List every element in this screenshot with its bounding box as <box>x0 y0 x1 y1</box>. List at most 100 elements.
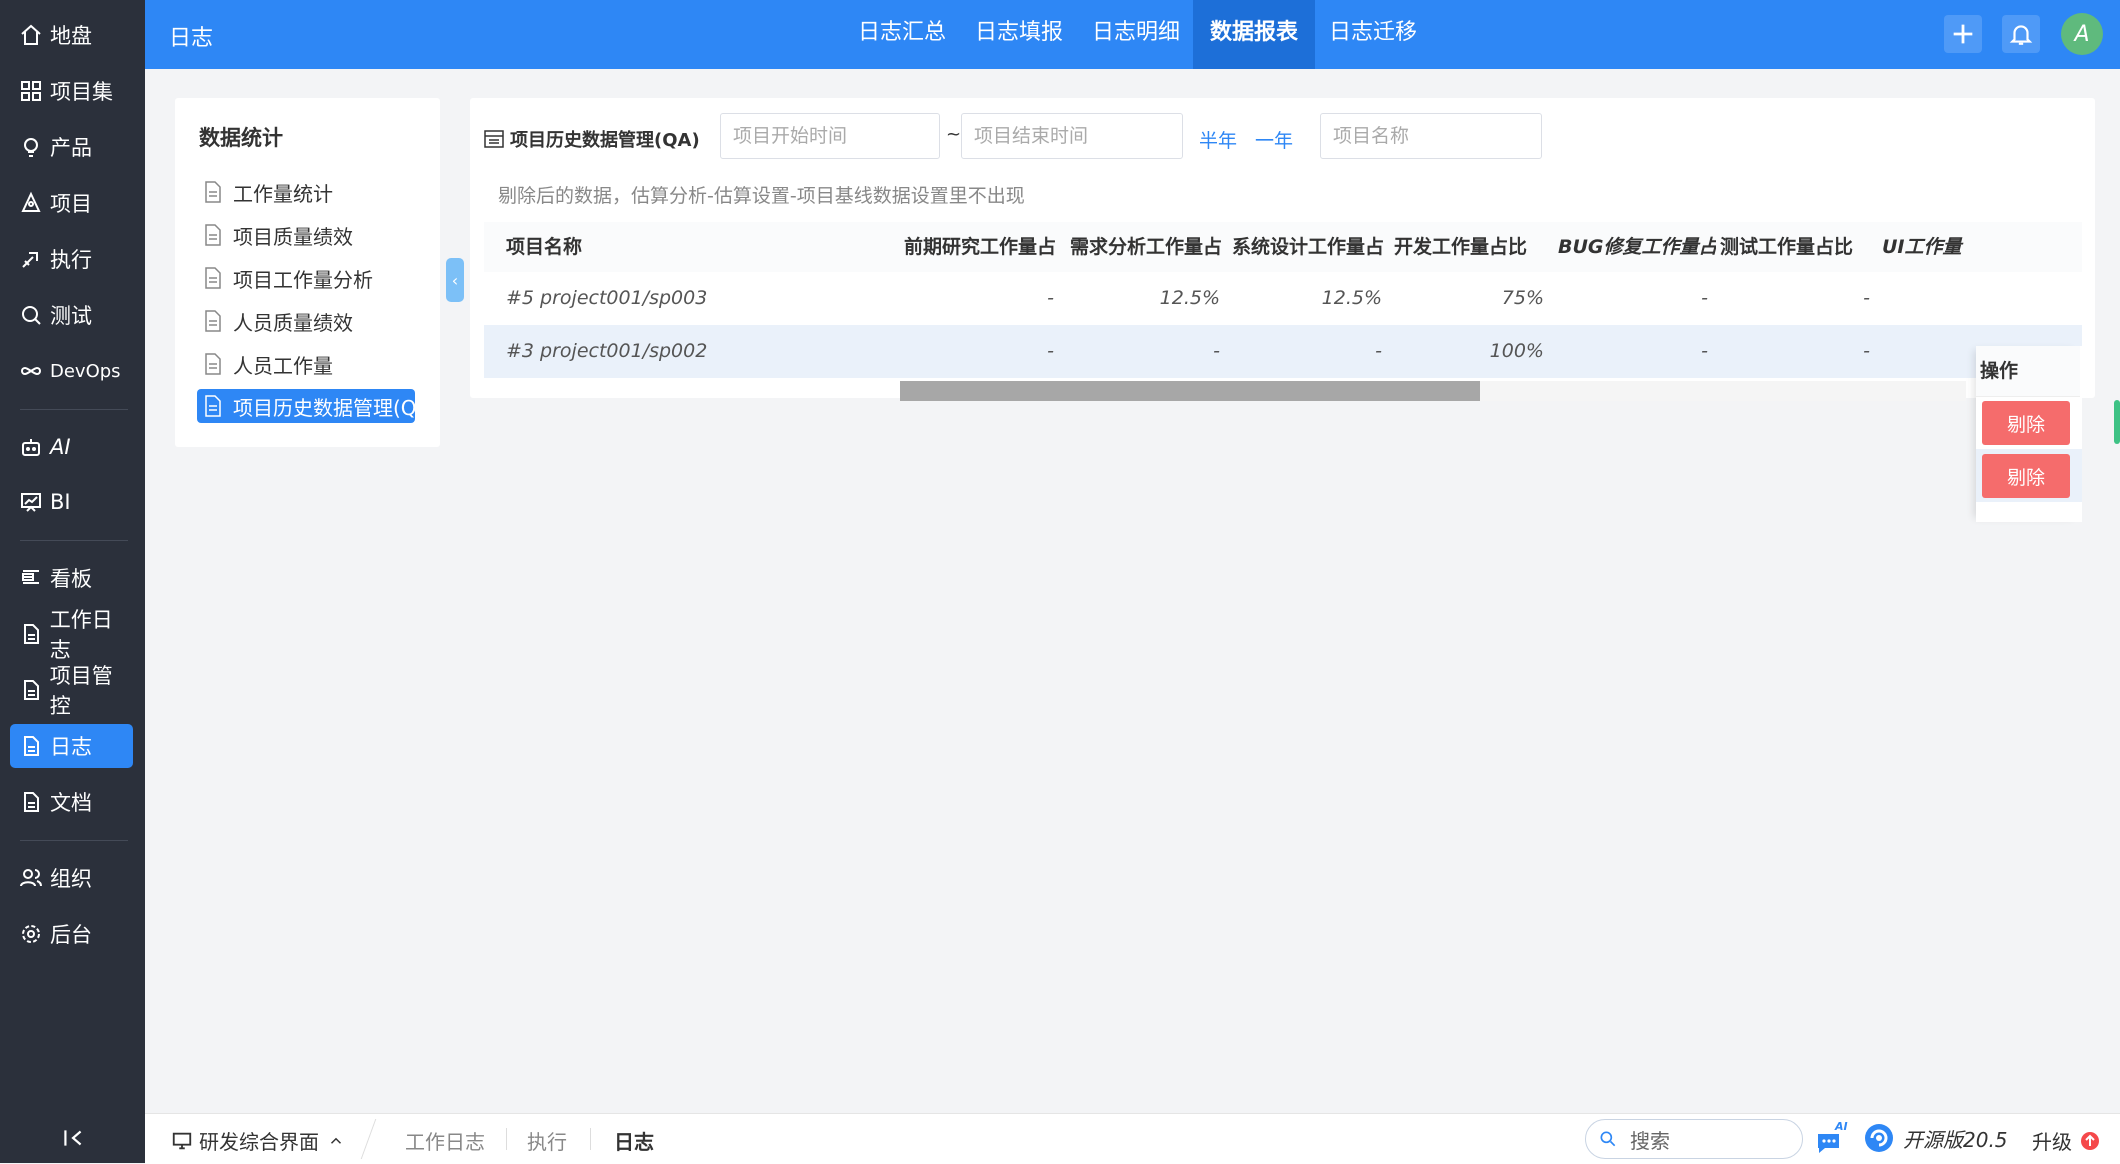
collapse-panel-button[interactable]: ‹ <box>446 258 464 302</box>
menu-item-project-workload[interactable]: 项目工作量分析 <box>197 261 415 295</box>
sidebar-item-execution[interactable]: 执行 <box>10 237 133 281</box>
bell-icon <box>2009 25 2033 45</box>
notification-button[interactable] <box>2002 15 2040 53</box>
cell-research: - <box>1047 340 1054 362</box>
sidebar-item-worklog[interactable]: 工作日志 <box>10 608 133 662</box>
document-icon <box>18 677 44 703</box>
bulb-icon <box>18 134 44 160</box>
users-icon <box>18 865 44 891</box>
exclude-button[interactable]: 剔除 <box>1982 401 2070 445</box>
sidebar-item-kanban[interactable]: 看板 <box>10 556 133 600</box>
ai-chat-button[interactable]: AI <box>1813 1120 1849 1156</box>
col-header-research: 前期研究工作量占 <box>904 236 1057 258</box>
home-icon <box>18 22 44 48</box>
tab-log-fill[interactable]: 日志填报 <box>958 0 1080 69</box>
project-name-input[interactable]: 项目名称 <box>1320 113 1542 159</box>
gear-icon <box>18 921 44 947</box>
sidebar-item-label: AI <box>50 435 71 459</box>
side-float-handle[interactable] <box>2114 400 2120 444</box>
sidebar-item-label: DevOps <box>50 360 121 382</box>
fixed-action-column: 操作 剔除 剔除 <box>1976 346 2082 522</box>
horizontal-scrollbar-thumb[interactable] <box>900 381 1480 401</box>
chart-icon <box>18 489 44 515</box>
start-date-input[interactable]: 项目开始时间 <box>720 113 940 159</box>
breadcrumb-execution[interactable]: 执行 <box>527 1126 567 1155</box>
search-placeholder: 搜索 <box>1630 1128 1670 1153</box>
sidebar-item-program[interactable]: 项目集 <box>10 69 133 113</box>
sidebar-item-project[interactable]: 项目 <box>10 181 133 225</box>
sidebar-item-log[interactable]: 日志 <box>10 724 133 768</box>
collapse-sidebar-icon[interactable] <box>60 1125 86 1151</box>
sidebar-item-test[interactable]: 测试 <box>10 293 133 337</box>
date-range-separator: ~ <box>946 124 962 145</box>
sidebar-divider <box>20 540 128 541</box>
breadcrumb-worklog[interactable]: 工作日志 <box>405 1126 485 1155</box>
version-info[interactable]: 开源版20.5 <box>1863 1122 2008 1154</box>
end-date-input[interactable]: 项目结束时间 <box>961 113 1183 159</box>
tab-log-migration[interactable]: 日志迁移 <box>1312 0 1434 69</box>
cell-project-name: #3 project001/sp002 <box>506 340 708 362</box>
cell-design: 12.5% <box>1321 287 1382 309</box>
cell-requirement: 12.5% <box>1159 287 1220 309</box>
menu-item-project-quality[interactable]: 项目质量绩效 <box>197 218 415 252</box>
col-header-ui: UI工作量 <box>1882 236 1962 258</box>
history-data-panel: 项目历史数据管理(QA) 项目开始时间 ~ 项目结束时间 半年 一年 项目名称 … <box>470 98 2095 522</box>
table-row: #3 project001/sp002 - - - 100% - - <box>484 325 2082 378</box>
cell-project-name: #5 project001/sp003 <box>506 287 708 309</box>
sidebar-item-product[interactable]: 产品 <box>10 125 133 169</box>
sidebar-item-project-control[interactable]: 项目管控 <box>10 664 133 718</box>
menu-item-history-data[interactable]: 项目历史数据管理(QA <box>197 389 415 423</box>
kanban-icon <box>18 565 44 591</box>
col-header-project-name: 项目名称 <box>506 236 583 258</box>
sidebar-item-admin[interactable]: 后台 <box>10 912 133 956</box>
document-icon <box>18 733 44 759</box>
workspace-switcher[interactable]: 研发综合界面 <box>171 1126 345 1155</box>
file-icon <box>205 267 221 289</box>
sidebar-item-label: 项目 <box>50 192 92 216</box>
file-icon <box>205 310 221 332</box>
sidebar-item-ai[interactable]: AI <box>10 425 133 469</box>
sidebar-item-devops[interactable]: DevOps <box>10 349 133 393</box>
sidebar-item-dashboard[interactable]: 地盘 <box>10 13 133 57</box>
document-icon <box>18 621 44 647</box>
test-icon <box>18 302 44 328</box>
breadcrumb-separator <box>590 1128 591 1150</box>
panel-title-text: 项目历史数据管理(QA) <box>510 130 700 151</box>
col-header-dev: 开发工作量占比 <box>1394 236 1528 258</box>
col-header-design: 系统设计工作量占 <box>1232 236 1385 258</box>
sidebar-item-bi[interactable]: BI <box>10 480 133 524</box>
sidebar-item-label: 产品 <box>50 136 92 160</box>
sidebar-item-label: 项目集 <box>50 80 113 104</box>
tab-log-detail[interactable]: 日志明细 <box>1075 0 1197 69</box>
sidebar-item-label: 地盘 <box>50 24 92 48</box>
sidebar-item-doc[interactable]: 文档 <box>10 780 133 824</box>
cell-bug: - <box>1701 287 1708 309</box>
menu-item-label: 项目历史数据管理(QA <box>233 395 415 420</box>
menu-item-label: 人员质量绩效 <box>233 310 353 335</box>
ai-badge: AI <box>1835 1120 1848 1133</box>
workspace-label: 研发综合界面 <box>199 1130 319 1154</box>
add-button[interactable] <box>1944 15 1982 53</box>
sidebar-item-label: 工作日志 <box>49 608 113 662</box>
sidebar-item-label: 后台 <box>50 923 92 947</box>
document-icon <box>18 789 44 815</box>
menu-item-person-workload[interactable]: 人员工作量 <box>197 347 415 381</box>
menu-item-person-quality[interactable]: 人员质量绩效 <box>197 304 415 338</box>
arrow-up-circle-icon <box>2081 1131 2099 1150</box>
upgrade-label: 升级 <box>2032 1130 2072 1154</box>
search-icon <box>1600 1131 1616 1147</box>
global-search-input[interactable]: 搜索 <box>1585 1119 1803 1159</box>
upgrade-button[interactable]: 升级 <box>2032 1126 2100 1155</box>
sidebar-item-org[interactable]: 组织 <box>10 856 133 900</box>
half-year-link[interactable]: 半年 <box>1199 126 1237 153</box>
menu-item-workload-stats[interactable]: 工作量统计 <box>197 175 415 209</box>
one-year-link[interactable]: 一年 <box>1255 126 1293 153</box>
cell-design: - <box>1375 340 1382 362</box>
breadcrumb-separator <box>360 1119 377 1159</box>
avatar[interactable]: A <box>2061 13 2103 55</box>
sidebar-item-label: BI <box>50 490 71 514</box>
tab-log-summary[interactable]: 日志汇总 <box>841 0 963 69</box>
sidebar-item-label: 测试 <box>50 304 92 328</box>
exclude-button[interactable]: 剔除 <box>1982 454 2070 498</box>
tab-data-report[interactable]: 数据报表 <box>1193 0 1316 69</box>
